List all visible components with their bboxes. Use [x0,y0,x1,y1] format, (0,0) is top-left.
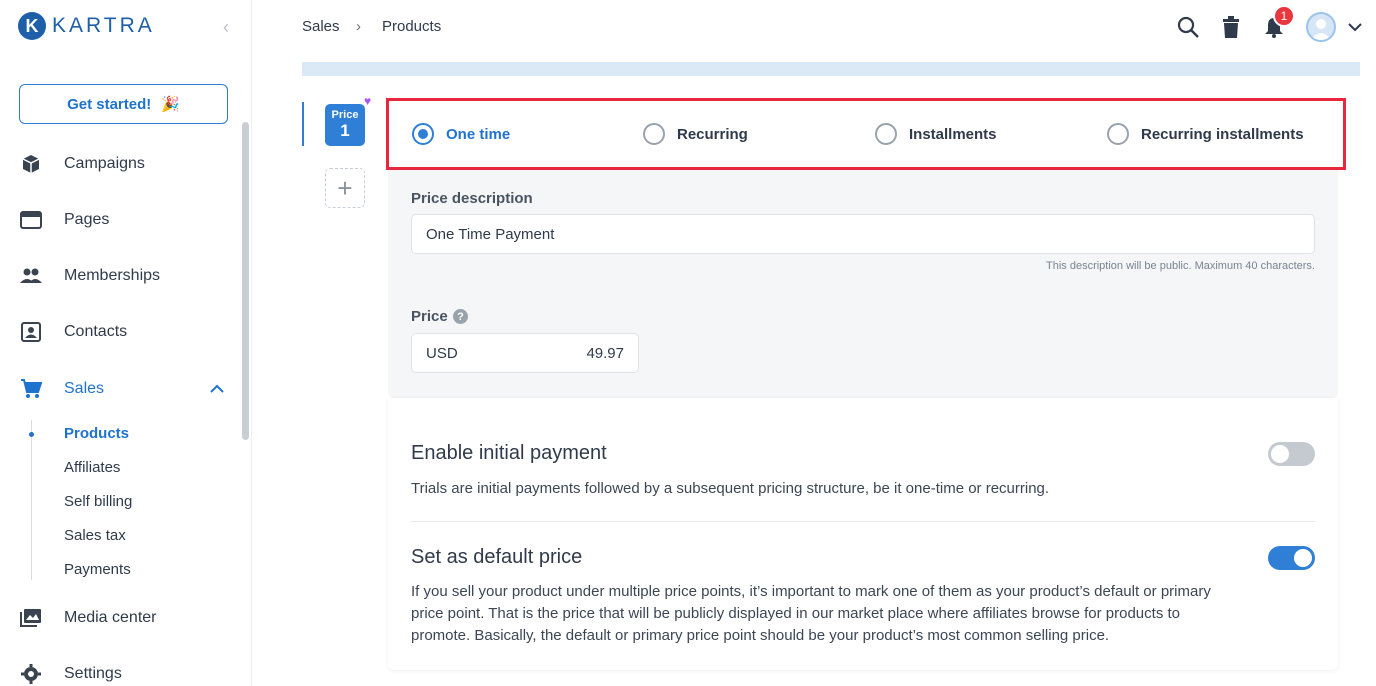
radio-one-time[interactable]: One time [412,123,510,145]
enable-initial-payment-title: Enable initial payment [411,442,607,464]
subnav-item-products[interactable]: Products [64,425,129,442]
enable-initial-payment-description: Trials are initial payments followed by … [411,480,1050,497]
sidebar-item-label: Sales [64,380,105,397]
sidebar-item-label: Memberships [64,267,161,284]
collapse-sidebar-chevron-icon[interactable]: ‹ [216,16,236,38]
get-started-label: Get started! [67,95,152,113]
sidebar-item-memberships[interactable]: Memberships [20,264,160,288]
price-amount: 49.97 [586,344,624,362]
logo-text: KARTRA [52,14,155,37]
notification-badge: 1 [1273,5,1295,27]
subnav-line [31,420,32,580]
radio-label: Recurring installments [1141,125,1304,143]
avatar[interactable] [1306,12,1336,42]
sidebar-item-label: Campaigns [64,155,145,172]
sidebar-item-sales[interactable]: Sales [20,377,104,401]
price-input[interactable]: USD 49.97 [411,333,639,373]
breadcrumb-products: Products [382,18,442,35]
toggle-knob [1271,445,1289,463]
trash-icon[interactable] [1218,14,1244,40]
radio-selected-icon [412,123,434,145]
chevron-down-icon[interactable] [1342,14,1368,40]
pricing-type-selector: One time Recurring Installments Recurrin… [386,98,1346,170]
radio-label: Recurring [677,125,748,143]
price-description-label: Price description [411,190,533,207]
price-tab-label: Price [331,109,359,121]
sidebar-item-contacts[interactable]: Contacts [20,320,127,344]
add-price-button[interactable]: + [325,168,365,208]
radio-label: Installments [909,125,997,143]
sidebar-item-label: Settings [64,665,122,682]
sidebar: K KARTRA ‹ Get started! 🎉 Campaigns Page… [0,0,252,686]
price-tab-number: 1 [340,121,350,140]
contact-card-icon [20,321,42,343]
radio-installments[interactable]: Installments [875,123,997,145]
price-tab-indicator [302,102,304,146]
party-icon: 🎉 [161,96,180,113]
heart-icon: ♥ [364,94,372,108]
sidebar-item-media-center[interactable]: Media center [20,606,157,630]
sidebar-item-settings[interactable]: Settings [20,662,122,686]
section-divider [411,521,1315,522]
help-icon[interactable]: ? [453,309,468,324]
default-price-toggle[interactable] [1268,546,1315,570]
enable-initial-payment-toggle[interactable] [1268,442,1315,466]
kartra-logo[interactable]: K KARTRA [18,12,155,40]
default-price-description: If you sell your product under multiple … [411,583,1211,644]
sidebar-item-label: Contacts [64,323,128,340]
kartra-logo-icon: K [18,12,46,40]
price-label: Price [411,308,448,325]
user-avatar-icon [1311,19,1331,40]
images-icon [20,607,42,629]
radio-unselected-icon [643,123,665,145]
radio-unselected-icon [1107,123,1129,145]
active-indicator-dot [29,432,34,437]
section-header-strip [302,62,1360,76]
breadcrumb-chevron-icon: › [356,18,361,35]
box-icon [20,153,42,175]
people-icon [20,265,42,287]
search-icon[interactable] [1175,14,1201,40]
subnav-item-payments[interactable]: Payments [64,561,131,578]
currency-label: USD [426,344,458,362]
top-header: Sales › Products 1 [252,0,1376,56]
chevron-up-icon[interactable] [208,380,226,398]
radio-label: One time [446,125,511,143]
default-price-title: Set as default price [411,546,583,568]
subnav-item-affiliates[interactable]: Affiliates [64,459,120,476]
price-description-input[interactable]: One Time Payment [411,214,1315,254]
subnav-item-self-billing[interactable]: Self billing [64,493,132,510]
sidebar-item-label: Media center [64,609,157,626]
cart-icon [20,378,42,400]
radio-unselected-icon [875,123,897,145]
gear-icon [20,663,42,685]
radio-recurring-installments[interactable]: Recurring installments [1107,123,1304,145]
sidebar-item-label: Pages [64,211,110,228]
toggle-knob [1294,549,1312,567]
price-tab-1[interactable]: Price 1 [325,104,365,146]
radio-recurring[interactable]: Recurring [643,123,748,145]
sidebar-item-pages[interactable]: Pages [20,208,109,232]
breadcrumb-sales[interactable]: Sales [302,18,340,35]
sidebar-scrollbar[interactable] [242,122,249,440]
get-started-button[interactable]: Get started! 🎉 [19,84,228,124]
plus-icon: + [337,172,353,203]
price-description-hint: This description will be public. Maximum… [1046,260,1315,272]
browser-icon [20,209,42,231]
subnav-item-sales-tax[interactable]: Sales tax [64,527,126,544]
sidebar-item-campaigns[interactable]: Campaigns [20,152,145,176]
